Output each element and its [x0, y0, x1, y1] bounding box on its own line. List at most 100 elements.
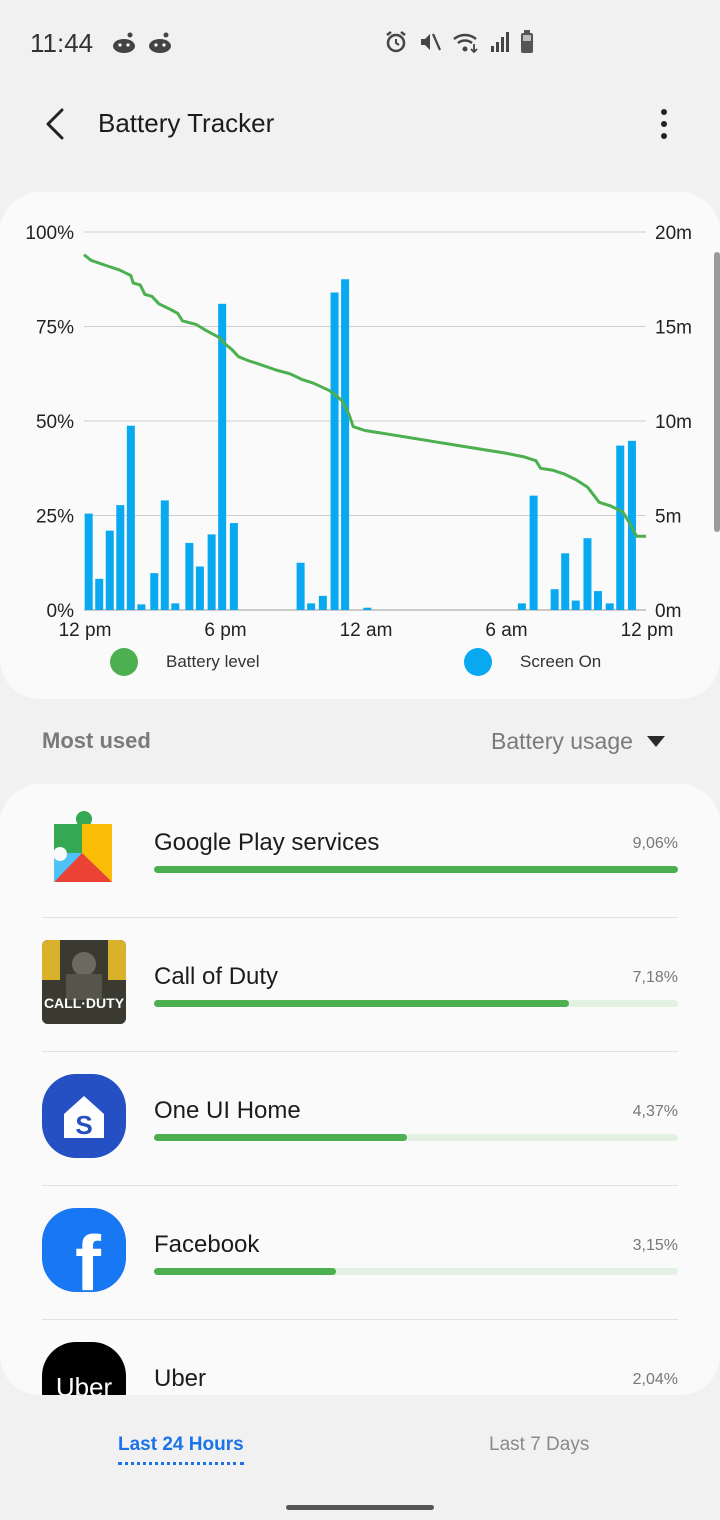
mute-icon — [418, 30, 442, 54]
usage-bar — [154, 866, 678, 873]
screen-on-bar — [363, 607, 372, 610]
app-name: Facebook — [154, 1231, 260, 1258]
sort-label: Battery usage — [491, 728, 633, 754]
usage-bar-fill — [154, 1000, 570, 1007]
x-tick-label: 6 pm — [204, 620, 246, 641]
screen-on-bar — [137, 604, 146, 610]
app-icon-text: Uber — [56, 1372, 113, 1395]
list-item[interactable]: f Facebook 3,15% — [0, 1186, 720, 1320]
status-bar: 11:44 — [0, 0, 720, 90]
app-usage-list: Google Play services 9,06% CALL·DUTY Cal… — [0, 784, 720, 1395]
scrollbar-thumb[interactable] — [714, 252, 720, 532]
x-tick-label: 12 am — [340, 620, 393, 641]
app-icon-text: CALL·DUTY — [44, 995, 125, 1011]
screen-on-bar — [561, 553, 570, 610]
screen-on-bar — [517, 603, 526, 610]
screen-on-bar — [84, 513, 93, 610]
legend-label-screen: Screen On — [520, 652, 602, 671]
time-range-tabs: Last 24 Hours Last 7 Days — [0, 1410, 720, 1480]
y-left-tick-label: 75% — [36, 318, 74, 339]
battery-icon — [520, 30, 534, 54]
legend-item-battery: Battery level — [110, 648, 260, 676]
chart-legend: Battery level Screen On — [0, 648, 720, 688]
x-tick-label: 12 pm — [59, 620, 112, 641]
y-left-tick-label: 100% — [25, 223, 74, 244]
battery-level-line — [83, 253, 646, 538]
reddit-icon — [112, 32, 136, 54]
y-left-tick-label: 50% — [36, 412, 74, 433]
legend-label-battery: Battery level — [166, 652, 260, 671]
screen-on-bar — [616, 445, 625, 610]
list-item[interactable]: S One UI Home 4,37% — [0, 1052, 720, 1186]
app-icon-text: S — [75, 1110, 92, 1140]
screen-on-bar — [583, 538, 592, 610]
legend-swatch-screen — [464, 648, 492, 676]
app-percent: 4,37% — [632, 1103, 678, 1120]
usage-bar-fill — [154, 866, 678, 873]
app-name: Call of Duty — [154, 963, 279, 990]
facebook-icon: f — [42, 1208, 126, 1307]
y-right-tick-label: 20m — [655, 223, 692, 244]
app-name: Google Play services — [154, 829, 380, 856]
tab-last-7-days[interactable]: Last 7 Days — [489, 1434, 589, 1456]
screen-on-bar — [218, 303, 227, 610]
back-arrow-icon — [46, 108, 64, 140]
back-button[interactable] — [36, 104, 76, 144]
home-indicator[interactable] — [286, 1505, 434, 1510]
legend-swatch-battery — [110, 648, 138, 676]
y-right-tick-label: 15m — [655, 318, 692, 339]
screen-on-bar — [95, 578, 104, 610]
screen-on-bar — [116, 505, 125, 610]
screen-on-bar — [207, 534, 216, 610]
screen-on-bar — [171, 603, 180, 610]
usage-bar-fill — [154, 1134, 407, 1141]
battery-chart: 0% 0m 25% 5m 50% 10m 75% 15m 100% 20m 12 pm 6 pm 12 … — [25, 223, 692, 641]
one-ui-home-icon: S — [42, 1074, 126, 1158]
screen-on-bar — [307, 603, 316, 610]
screen-on-bar — [160, 500, 169, 610]
list-item[interactable]: Google Play services 9,06% — [0, 784, 720, 918]
screen-on-bar — [296, 562, 305, 610]
more-vert-icon — [661, 109, 667, 139]
app-percent: 9,06% — [632, 835, 678, 852]
screen-on-bar — [593, 591, 602, 610]
screen-on-bar — [550, 589, 559, 610]
y-left-tick-label: 0% — [47, 601, 75, 622]
list-item[interactable]: CALL·DUTY Call of Duty 7,18% — [0, 918, 720, 1052]
x-tick-label: 6 am — [485, 620, 527, 641]
uber-icon: Uber — [42, 1342, 126, 1395]
app-name: Uber — [154, 1365, 207, 1392]
tab-last-24-hours[interactable]: Last 24 Hours — [118, 1434, 244, 1465]
screen-on-bar — [605, 603, 614, 610]
app-name: One UI Home — [154, 1097, 301, 1124]
more-options-button[interactable] — [646, 104, 682, 144]
screen-on-bar — [185, 542, 194, 610]
section-title: Most used — [42, 728, 151, 753]
y-right-tick-label: 10m — [655, 412, 692, 433]
screen-on-bar — [126, 425, 135, 610]
alarm-icon — [384, 30, 408, 54]
app-icon-text: f — [75, 1219, 102, 1292]
y-right-tick-label: 5m — [655, 507, 681, 528]
screen-on-bar — [195, 566, 204, 610]
app-percent: 3,15% — [632, 1237, 678, 1254]
screen-on-bar — [529, 495, 538, 610]
usage-bar — [154, 1268, 678, 1275]
usage-bar — [154, 1000, 678, 1007]
screen-on-bar — [571, 600, 580, 610]
legend-item-screen: Screen On — [464, 648, 601, 676]
screen-on-bar — [105, 530, 114, 610]
google-play-services-icon — [42, 806, 126, 890]
screen-on-bar — [229, 523, 238, 610]
page-title: Battery Tracker — [98, 108, 275, 138]
screen-on-bar — [318, 595, 327, 610]
screen-on-bar — [330, 292, 339, 610]
signal-icon — [490, 31, 510, 53]
status-time: 11:44 — [30, 28, 94, 58]
y-right-tick-label: 0m — [655, 601, 681, 622]
sort-dropdown[interactable]: Battery usage — [491, 728, 665, 755]
list-item[interactable]: Uber Uber 2,04% — [0, 1320, 720, 1395]
battery-chart-card: 0% 0m 25% 5m 50% 10m 75% 15m 100% 20m 12 pm 6 pm 12 … — [0, 192, 720, 699]
app-header: Battery Tracker — [0, 90, 720, 160]
screen-on-bar — [150, 573, 159, 610]
